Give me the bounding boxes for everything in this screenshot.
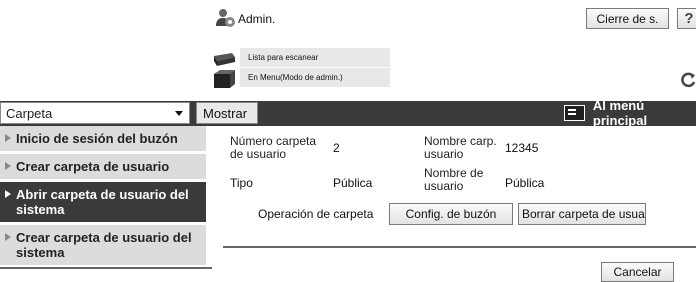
delete-folder-button[interactable]: Borrar carpeta de usuar [518,203,646,225]
sidebar-divider [0,267,212,269]
user-label: Admin. [238,12,276,26]
main-menu-link[interactable]: Al menú principal [564,98,696,128]
mailbox-config-button[interactable]: Config. de buzón [389,203,513,225]
machine-icon [214,70,235,88]
name-value: Pública [505,176,545,190]
sidebar-item-label: Crear carpeta de usuario [16,159,170,174]
folder-name-value: 12345 [505,141,539,155]
folder-number-value: 2 [333,141,340,155]
arrow-right-icon [5,190,11,198]
help-button[interactable]: ? [677,8,696,29]
mode-status: En Menu(Modo de admin.) [240,68,390,87]
folder-type-select[interactable]: Carpeta [0,102,190,124]
folder-number-label: Número carpeta de usuario [230,134,317,161]
sidebar-item-label: Abrir carpeta de usuario del sistema [16,187,189,217]
chevron-down-icon [175,111,183,116]
refresh-icon[interactable] [679,71,696,89]
cancel-button[interactable]: Cancelar [601,262,674,282]
scan-status: Lista para escanear [240,48,390,67]
show-button[interactable]: Mostrar [196,102,258,124]
content-divider [223,246,696,248]
arrow-right-icon [5,134,11,142]
sidebar: Inicio de sesión del buzón Crear carpeta… [0,126,212,268]
admin-user-icon [216,9,235,27]
sidebar-item-login-box[interactable]: Inicio de sesión del buzón [0,126,206,151]
arrow-right-icon [5,162,11,170]
folder-type-value: Carpeta [6,105,53,121]
sidebar-item-open-system-folder[interactable]: Abrir carpeta de usuario del sistema [0,182,206,222]
sidebar-item-create-system-folder[interactable]: Crear carpeta de usuario del sistema [0,225,206,265]
sidebar-item-label: Inicio de sesión del buzón [16,131,178,146]
logout-button[interactable]: Cierre de s. [586,8,669,29]
scanner-icon [214,53,235,66]
sidebar-item-create-user-folder[interactable]: Crear carpeta de usuario [0,154,206,179]
sidebar-item-label: Crear carpeta de usuario del sistema [16,230,192,260]
arrow-right-icon [5,233,11,241]
menu-icon [564,105,585,121]
name-label: Nombre de usuario [424,166,484,193]
operation-label: Operación de carpeta [258,207,374,221]
type-label: Tipo [230,176,253,190]
type-value: Pública [333,176,373,190]
main-menu-label: Al menú principal [592,98,648,128]
folder-name-label: Nombre carp. usuario [424,134,497,161]
